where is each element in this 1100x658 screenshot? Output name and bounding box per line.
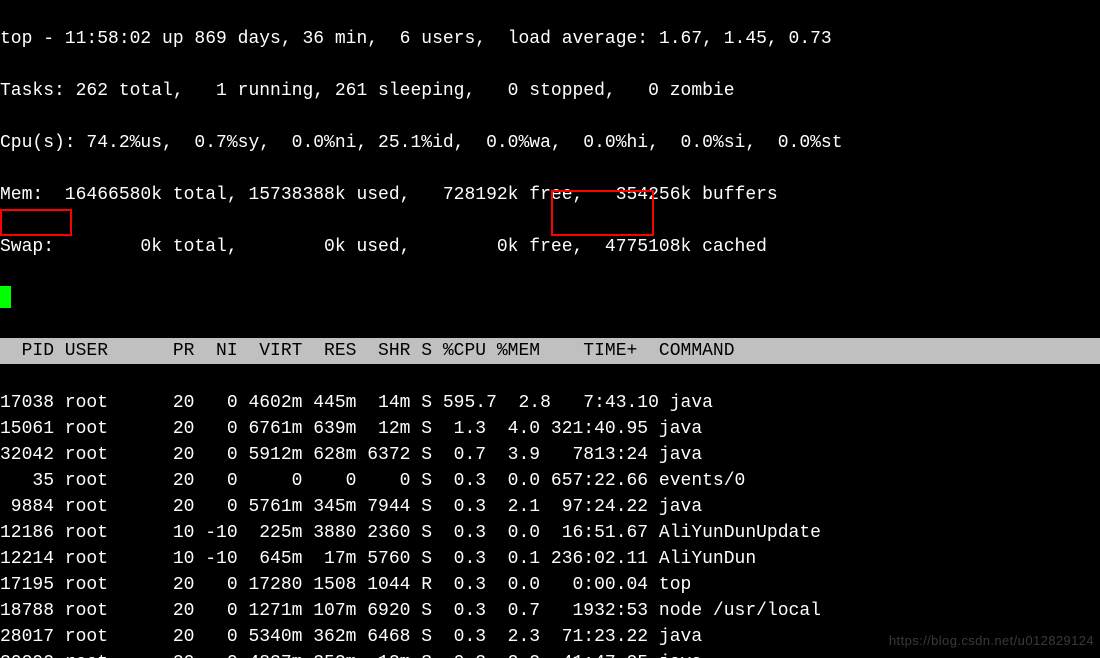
cursor-icon — [0, 286, 11, 308]
process-row: 15061 root 20 0 6761m 639m 12m S 1.3 4.0… — [0, 416, 1100, 442]
process-row: 35 root 20 0 0 0 0 S 0.3 0.0 657:22.66 e… — [0, 468, 1100, 494]
process-row: 9884 root 20 0 5761m 345m 7944 S 0.3 2.1… — [0, 494, 1100, 520]
watermark-text: https://blog.csdn.net/u012829124 — [889, 628, 1094, 654]
process-row: 18788 root 20 0 1271m 107m 6920 S 0.3 0.… — [0, 598, 1100, 624]
summary-line-4: Mem: 16466580k total, 15738388k used, 72… — [0, 182, 1100, 208]
process-row: 12186 root 10 -10 225m 3880 2360 S 0.3 0… — [0, 520, 1100, 546]
process-row: 32042 root 20 0 5912m 628m 6372 S 0.7 3.… — [0, 442, 1100, 468]
terminal-output[interactable]: top - 11:58:02 up 869 days, 36 min, 6 us… — [0, 0, 1100, 658]
cursor-line — [0, 286, 1100, 312]
summary-line-3: Cpu(s): 74.2%us, 0.7%sy, 0.0%ni, 25.1%id… — [0, 130, 1100, 156]
process-row: 17195 root 20 0 17280 1508 1044 R 0.3 0.… — [0, 572, 1100, 598]
summary-line-1: top - 11:58:02 up 869 days, 36 min, 6 us… — [0, 26, 1100, 52]
process-table-header: PID USER PR NI VIRT RES SHR S %CPU %MEM … — [0, 338, 1100, 364]
process-list: 17038 root 20 0 4602m 445m 14m S 595.7 2… — [0, 390, 1100, 658]
process-row: 12214 root 10 -10 645m 17m 5760 S 0.3 0.… — [0, 546, 1100, 572]
process-row: 17038 root 20 0 4602m 445m 14m S 595.7 2… — [0, 390, 1100, 416]
summary-line-5: Swap: 0k total, 0k used, 0k free, 477510… — [0, 234, 1100, 260]
summary-line-2: Tasks: 262 total, 1 running, 261 sleepin… — [0, 78, 1100, 104]
